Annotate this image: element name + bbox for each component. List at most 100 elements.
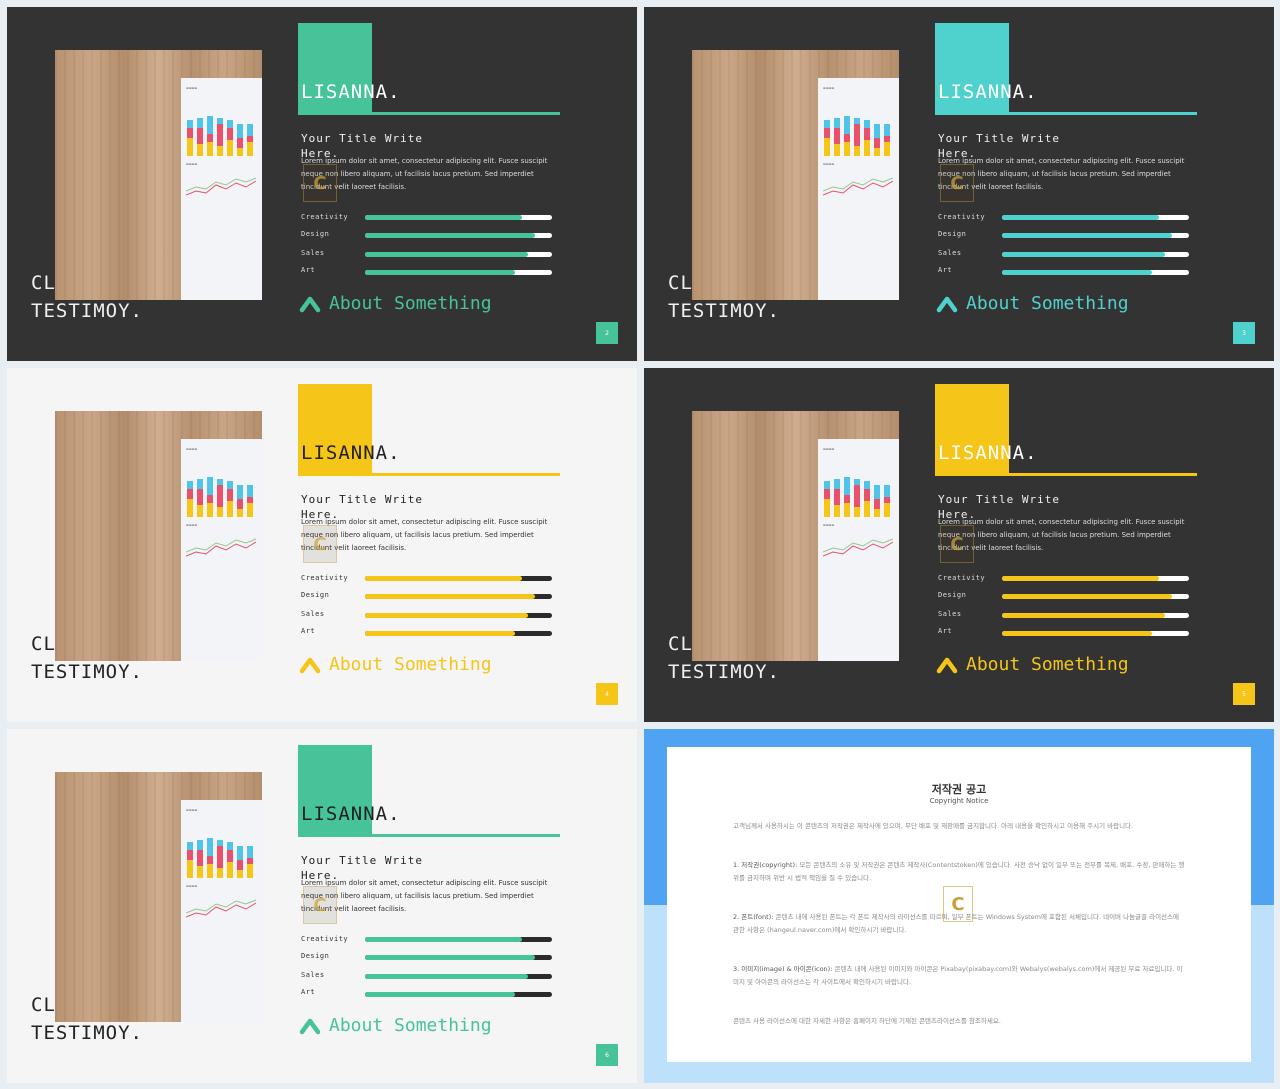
chevron-up-icon (299, 1018, 321, 1034)
paper-bar-chart (818, 459, 899, 517)
chart-paper: ▬▬▬▬ ▬▬▬▬ (181, 800, 262, 1022)
copyright-p2-head: 2. 폰트(font): (733, 913, 774, 921)
skill-bar-fill (365, 937, 523, 942)
skill-label: Art (301, 988, 316, 996)
photo-chart-bar (844, 503, 850, 517)
photo-chart-bar (247, 846, 253, 858)
skill-label: Sales (301, 249, 325, 257)
skill-bar-fill (365, 974, 528, 979)
skill-bar-fill (365, 576, 523, 581)
photo-chart-bar (247, 503, 253, 517)
chart-paper: ▬▬▬▬ ▬▬▬▬ (818, 439, 899, 661)
slide-5[interactable]: ▬▬▬▬ ▬▬▬▬ CL TESTIMOY. LISANNA. Your Title Wr… (644, 368, 1274, 722)
photo-chart-bar (247, 136, 253, 142)
skill-label: Sales (301, 971, 325, 979)
photo-chart-bar (864, 501, 870, 517)
photo-chart-bar (217, 146, 223, 156)
skill-bar-track (365, 613, 552, 618)
copyright-footer: 콘텐츠 사용 라이선스에 대한 자세한 사항은 홈페이지 하단에 기재된 콘텐츠… (733, 1017, 1001, 1025)
about-label: About Something (329, 654, 492, 675)
slide-2[interactable]: ▬▬▬▬ ▬▬▬▬ CL TESTIMOY. LISANNA. Your Title Wr… (7, 7, 637, 361)
photo-chart-bar (247, 142, 253, 156)
about-link[interactable]: About Something (299, 293, 492, 314)
chart-paper: ▬▬▬▬ ▬▬▬▬ (818, 78, 899, 300)
skill-label: Sales (938, 249, 962, 257)
photo-chart-bar (217, 124, 223, 146)
photo-chart-bar (854, 146, 860, 156)
photo-chart-bar (834, 128, 840, 144)
photo-chart-bar (227, 501, 233, 517)
copyright-p1-text: 모든 콘텐츠의 소유 및 저작권은 콘텐츠 제작사(Contentstoken)… (733, 861, 1185, 882)
photo-chart-bar (197, 866, 203, 878)
paper-line-chart (823, 177, 893, 196)
about-link[interactable]: About Something (936, 654, 1129, 675)
photo-chart-bar (237, 148, 243, 156)
skill-label: Design (301, 591, 330, 599)
skill-bar-track (365, 233, 552, 238)
paper-subheading: ▬▬▬▬ (186, 523, 198, 527)
skill-bar-fill (1002, 233, 1173, 238)
photo-chart-bar (884, 503, 890, 517)
slide-6[interactable]: ▬▬▬▬ ▬▬▬▬ CL TESTIMOY. LISANNA. Your Title Wr… (7, 729, 637, 1083)
photo-chart-bar (824, 128, 830, 138)
slide-4[interactable]: ▬▬▬▬ ▬▬▬▬ CL TESTIMOY. LISANNA. Your Title Wr… (7, 368, 637, 722)
skill-bar-fill (365, 613, 528, 618)
photo-chart-bar (874, 499, 880, 509)
left-heading: CL TESTIMOY. (31, 269, 143, 325)
copyright-slide[interactable]: 저작권 공고 Copyright Notice 고객님께서 사용하시는 이 콘텐… (644, 729, 1274, 1083)
photo-chart-bar (207, 503, 213, 517)
page-number: 5 (1233, 683, 1255, 705)
photo-chart-bar (864, 140, 870, 156)
photo-chart-bar (844, 142, 850, 156)
paper-subheading: ▬▬▬▬ (186, 884, 198, 888)
photo-chart-bar (227, 489, 233, 501)
photo-chart-bar (237, 846, 243, 860)
watermark-logo: C (940, 164, 974, 202)
photo-chart-bar (197, 850, 203, 866)
photo-chart-bar (874, 485, 880, 499)
brand-underline (298, 112, 560, 115)
about-link[interactable]: About Something (299, 1015, 492, 1036)
body-text: Lorem ipsum dolor sit amet, consectetur … (301, 879, 548, 913)
skill-label: Creativity (301, 935, 349, 943)
watermark-logo: C (303, 525, 337, 563)
paper-heading: ▬▬▬▬ (823, 447, 835, 451)
brand-underline (935, 112, 1197, 115)
left-heading: CL TESTIMOY. (668, 269, 780, 325)
photo-chart-bar (197, 128, 203, 144)
wood-photo: ▬▬▬▬ ▬▬▬▬ (55, 50, 262, 300)
photo-chart-bar (237, 870, 243, 878)
copyright-intro: 고객님께서 사용하시는 이 콘텐츠의 저작권은 제작사에 있으며, 무단 배포 … (733, 822, 1134, 830)
photo-chart-bar (197, 118, 203, 128)
photo-chart-bar (864, 120, 870, 128)
photo-chart-bar (207, 142, 213, 156)
about-link[interactable]: About Something (936, 293, 1129, 314)
photo-chart-bar (187, 489, 193, 499)
skill-label: Art (938, 266, 953, 274)
photo-chart-bar (824, 499, 830, 517)
photo-chart-bar (844, 134, 850, 142)
about-link[interactable]: About Something (299, 654, 492, 675)
skill-label: Creativity (301, 213, 349, 221)
skill-bar-fill (365, 215, 523, 220)
photo-chart-bar (864, 481, 870, 489)
photo-chart-bar (824, 120, 830, 128)
photo-chart-bar (247, 858, 253, 864)
photo-chart-bar (217, 479, 223, 485)
photo-chart-bar (217, 485, 223, 507)
brand-title: LISANNA. (938, 81, 1038, 103)
photo-chart-bar (227, 128, 233, 140)
photo-chart-bar (197, 505, 203, 517)
paper-heading: ▬▬▬▬ (823, 86, 835, 90)
copyright-p1: 1. 저작권(copyright): 모든 콘텐츠의 소유 및 저작권은 콘텐츠… (733, 859, 1185, 885)
about-label: About Something (329, 293, 492, 314)
body-text: Lorem ipsum dolor sit amet, consectetur … (938, 518, 1185, 552)
wood-photo: ▬▬▬▬ ▬▬▬▬ (692, 50, 899, 300)
wood-photo: ▬▬▬▬ ▬▬▬▬ (55, 772, 262, 1022)
photo-chart-bar (884, 497, 890, 503)
slide-3[interactable]: ▬▬▬▬ ▬▬▬▬ CL TESTIMOY. LISANNA. Your Title Wr… (644, 7, 1274, 361)
left-heading-line2: TESTIMOY. (668, 661, 780, 683)
paper-subheading: ▬▬▬▬ (823, 523, 835, 527)
photo-chart-bar (197, 840, 203, 850)
paper-bar-chart (181, 459, 262, 517)
